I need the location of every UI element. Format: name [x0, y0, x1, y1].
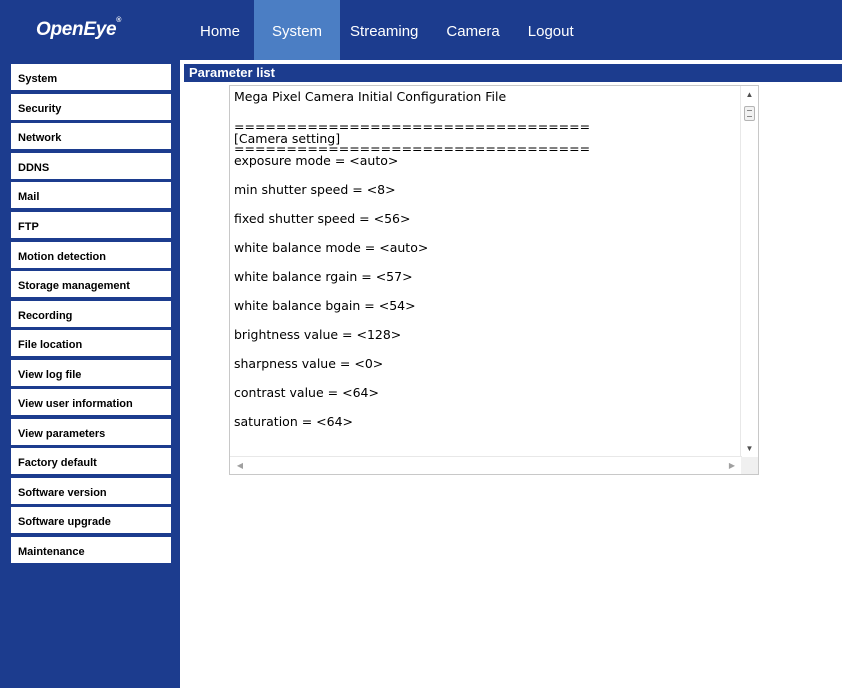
sidebar-item-software-upgrade[interactable]: Software upgrade: [11, 507, 171, 533]
sidebar-item-factory-default[interactable]: Factory default: [11, 448, 171, 474]
sidebar-item-ftp[interactable]: FTP: [11, 212, 171, 238]
top-navigation-bar: OpenEye® Home System Streaming Camera Lo…: [0, 0, 842, 60]
sidebar-item-view-parameters[interactable]: View parameters: [11, 419, 171, 445]
param-line: [234, 257, 734, 269]
scrollbar-corner: [741, 457, 758, 474]
parameter-text: Mega Pixel Camera Initial Configuration …: [234, 89, 734, 455]
param-line: ==================================: [234, 123, 591, 131]
param-line: brightness value = <128>: [234, 327, 402, 342]
registered-mark: ®: [116, 17, 122, 24]
sidebar-item-storage-management[interactable]: Storage management: [11, 271, 171, 297]
sidebar-item-network[interactable]: Network: [11, 123, 171, 149]
scroll-right-arrow-icon[interactable]: ▶: [725, 457, 739, 474]
sidebar-item-security[interactable]: Security: [11, 94, 171, 120]
param-line: Mega Pixel Camera Initial Configuration …: [234, 89, 507, 104]
vertical-scrollbar[interactable]: ▲ ▼: [740, 86, 758, 458]
param-line: [234, 315, 734, 327]
param-line: sharpness value = <0>: [234, 356, 384, 371]
param-line: [234, 228, 734, 240]
param-line: min shutter speed = <8>: [234, 182, 396, 197]
sidebar-item-ddns[interactable]: DDNS: [11, 153, 171, 179]
param-line: fixed shutter speed = <56>: [234, 211, 411, 226]
sidebar: System Security Network DDNS Mail FTP Mo…: [0, 60, 180, 688]
param-line: exposure mode = <auto>: [234, 153, 399, 168]
scroll-down-arrow-icon[interactable]: ▼: [741, 442, 758, 456]
main-nav: Home System Streaming Camera Logout: [186, 0, 588, 60]
scroll-thumb[interactable]: [744, 106, 755, 121]
section-title: Parameter list: [184, 64, 842, 82]
param-line: [Camera setting]: [234, 131, 341, 146]
parameter-textarea[interactable]: Mega Pixel Camera Initial Configuration …: [229, 85, 759, 475]
logo-text: OpenEye: [36, 19, 117, 40]
nav-camera[interactable]: Camera: [432, 0, 513, 60]
sidebar-item-file-location[interactable]: File location: [11, 330, 171, 356]
param-line: [234, 170, 734, 182]
sidebar-item-view-log-file[interactable]: View log file: [11, 360, 171, 386]
sidebar-item-view-user-information[interactable]: View user information: [11, 389, 171, 415]
param-line: [234, 286, 734, 298]
param-line: saturation = <64>: [234, 414, 354, 429]
openeye-logo: OpenEye®: [36, 17, 122, 41]
param-line: [234, 344, 734, 356]
sidebar-item-mail[interactable]: Mail: [11, 182, 171, 208]
nav-system[interactable]: System: [254, 0, 341, 60]
param-line: white balance bgain = <54>: [234, 298, 416, 313]
scroll-left-arrow-icon[interactable]: ◀: [233, 457, 247, 474]
scroll-up-arrow-icon[interactable]: ▲: [741, 88, 758, 102]
param-line: [234, 402, 734, 414]
sidebar-item-recording[interactable]: Recording: [11, 301, 171, 327]
param-line: [234, 373, 734, 385]
param-line: [234, 199, 734, 211]
param-line: contrast value = <64>: [234, 385, 379, 400]
sidebar-item-software-version[interactable]: Software version: [11, 478, 171, 504]
nav-streaming[interactable]: Streaming: [340, 0, 432, 60]
param-line: ==================================: [234, 145, 591, 153]
param-line: [234, 109, 734, 123]
nav-home[interactable]: Home: [186, 0, 254, 60]
param-line: white balance mode = <auto>: [234, 240, 429, 255]
horizontal-scrollbar[interactable]: ◀ ▶: [230, 456, 742, 474]
nav-logout[interactable]: Logout: [514, 0, 588, 60]
sidebar-item-maintenance[interactable]: Maintenance: [11, 537, 171, 563]
sidebar-item-motion-detection[interactable]: Motion detection: [11, 242, 171, 268]
param-line: white balance rgain = <57>: [234, 269, 413, 284]
sidebar-item-system[interactable]: System: [11, 64, 171, 90]
